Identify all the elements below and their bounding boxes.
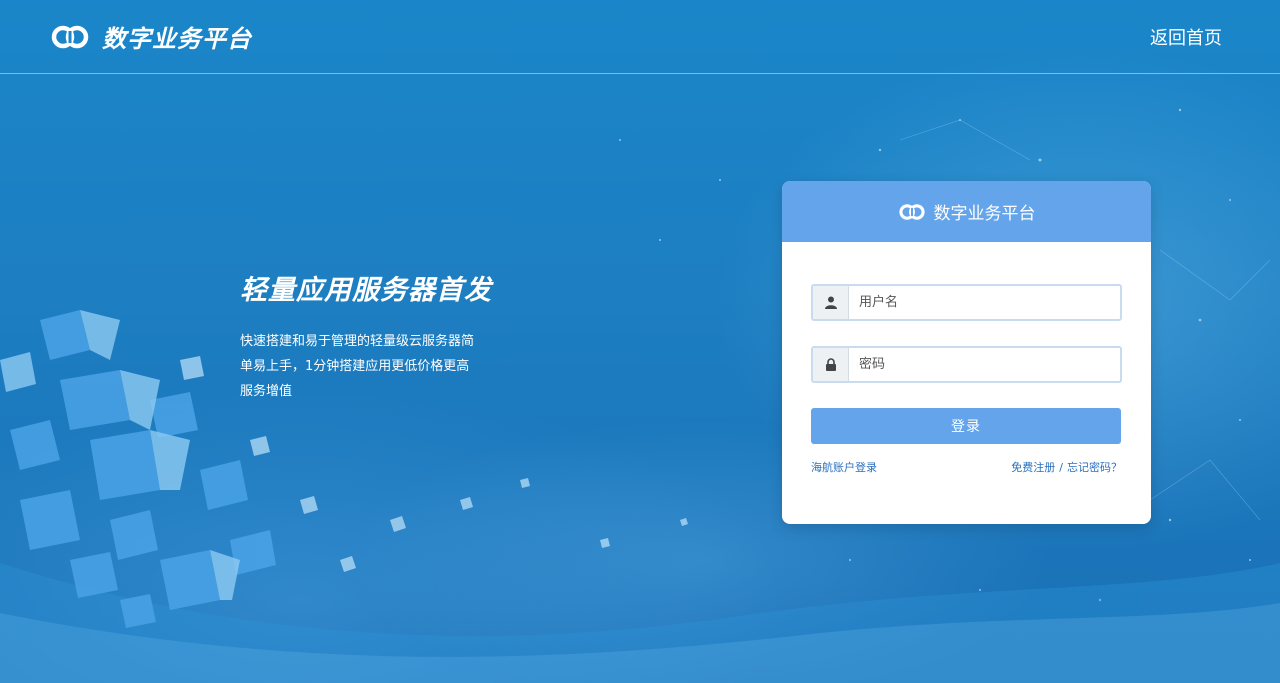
forgot-password-link[interactable]: 忘记密码？	[1067, 461, 1122, 474]
password-input[interactable]	[849, 348, 1120, 381]
register-forgot-group: 免费注册 / 忘记密码？	[1011, 459, 1122, 475]
user-icon	[813, 286, 849, 319]
login-links: 海航账户登录 免费注册 / 忘记密码？	[811, 459, 1122, 475]
lock-icon	[813, 348, 849, 381]
hero-section: 轻量应用服务器首发 快速搭建和易于管理的轻量级云服务器简单易上手，1分钟搭建应用…	[240, 268, 500, 404]
username-field	[811, 284, 1122, 321]
login-card-title: 数字业务平台	[933, 204, 1036, 224]
hero-description: 快速搭建和易于管理的轻量级云服务器简单易上手，1分钟搭建应用更低价格更高服务增值	[240, 334, 475, 399]
brand-title: 数字业务平台	[102, 25, 252, 53]
password-field	[811, 346, 1122, 383]
login-form: 登录 海航账户登录 免费注册 / 忘记密码？	[782, 242, 1151, 475]
back-to-home-link[interactable]: 返回首页	[1150, 24, 1222, 50]
login-card-header: 数字业务平台	[782, 181, 1151, 242]
login-card: 数字业务平台 登录 海航账户登录 免费注册 /	[782, 181, 1151, 524]
brand[interactable]: 数字业务平台	[50, 19, 252, 54]
login-button[interactable]: 登录	[811, 408, 1121, 444]
linked-rings-logo-icon	[898, 203, 925, 220]
background-wave	[0, 563, 1280, 683]
link-separator: /	[1059, 461, 1063, 474]
alt-account-login-link[interactable]: 海航账户登录	[811, 459, 877, 475]
username-input[interactable]	[849, 286, 1120, 319]
hero-title: 轻量应用服务器首发	[240, 275, 492, 306]
register-link[interactable]: 免费注册	[1011, 461, 1055, 474]
top-header: 数字业务平台 返回首页	[0, 0, 1280, 74]
linked-rings-logo-icon	[51, 25, 89, 48]
